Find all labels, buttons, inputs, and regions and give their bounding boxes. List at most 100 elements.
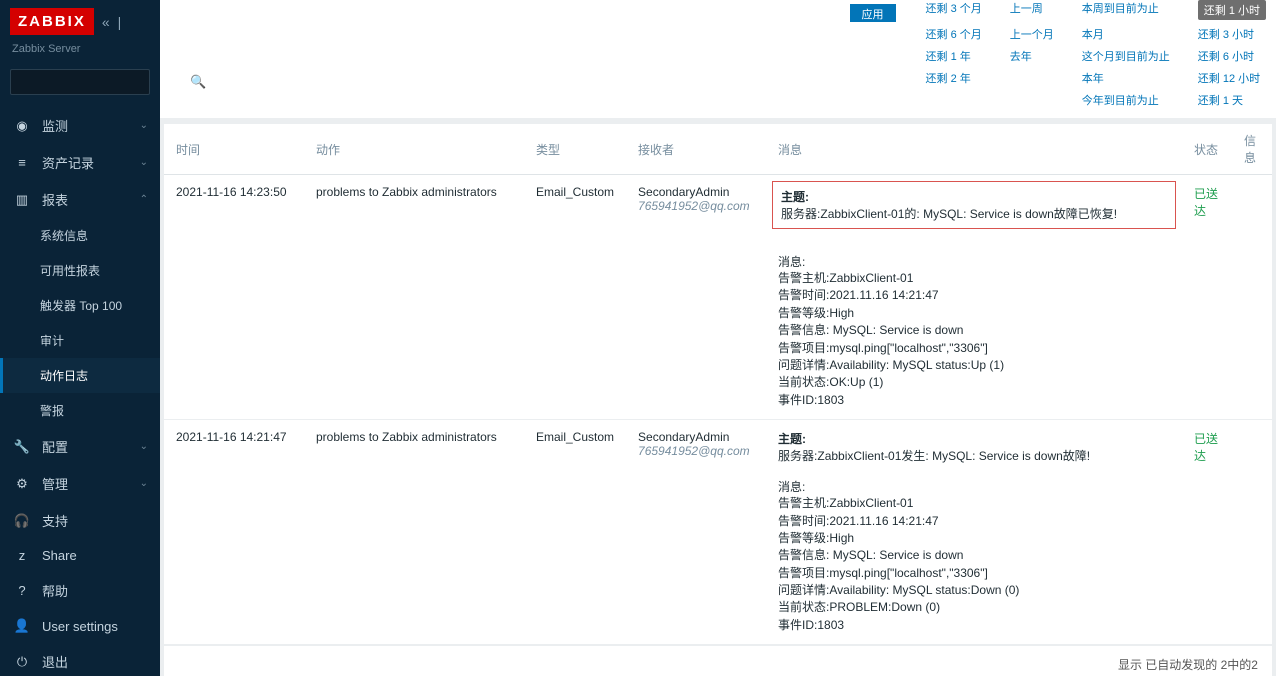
collapse-icon[interactable]: «	[102, 14, 110, 30]
time-range-link[interactable]: 还剩 6 小时	[1198, 48, 1266, 64]
collapse-line-icon[interactable]: |	[118, 14, 122, 30]
search-box: 🔍	[10, 69, 150, 95]
msg-subject: 服务器:ZabbixClient-01的: MySQL: Service is …	[781, 207, 1117, 221]
time-range-link[interactable]: 上一个月	[1010, 26, 1054, 42]
th-recipient[interactable]: 接收者	[626, 124, 766, 175]
nav-label: User settings	[42, 619, 148, 634]
time-range-link[interactable]: 还剩 6 个月	[926, 26, 982, 42]
th-status[interactable]: 状态	[1182, 124, 1232, 175]
th-info[interactable]: 信息	[1232, 124, 1272, 175]
msg-body-label: 消息:	[778, 255, 805, 269]
subnav-item[interactable]: 可用性报表	[0, 253, 160, 288]
time-range-link[interactable]: 本月	[1082, 26, 1170, 42]
nav-item[interactable]: ≡ 资产记录⌄	[0, 144, 160, 181]
bottom-nav: 🎧支持 z Share ?帮助👤User settings ⏻ 退出	[0, 502, 160, 676]
table-row: 2021-11-16 14:23:50 problems to Zabbix a…	[164, 175, 1272, 420]
time-range-link[interactable]: 还剩 3 个月	[926, 0, 982, 20]
actionlog-table-wrap: 时间 动作 类型 接收者 消息 状态 信息 2021-11-16 14:23:5…	[164, 124, 1272, 676]
nav-item[interactable]: ▥报表⌃	[0, 181, 160, 218]
cell-time: 2021-11-16 14:23:50	[164, 175, 304, 420]
recipient-email: 765941952@qq.com	[638, 444, 750, 458]
th-action[interactable]: 动作	[304, 124, 524, 175]
nav-label: 报表	[42, 190, 140, 209]
nav-item[interactable]: ⚙管理⌄	[0, 465, 160, 502]
cell-info	[1232, 175, 1272, 420]
bottom-nav-item[interactable]: z Share	[0, 539, 160, 572]
time-range-link[interactable]: 还剩 3 小时	[1198, 26, 1266, 42]
nav-item[interactable]: ◉监测⌄	[0, 107, 160, 144]
nav-icon: ◉	[12, 118, 32, 134]
subnav-item[interactable]: 动作日志	[0, 358, 160, 393]
cell-status: 已送达	[1182, 175, 1232, 420]
time-range-link[interactable]: 上一周	[1010, 0, 1054, 20]
time-range-link[interactable]: 还剩 2 年	[926, 70, 982, 86]
subnav-item[interactable]: 触发器 Top 100	[0, 288, 160, 323]
main-nav: ◉监测⌄≡资产记录⌄▥报表⌃系统信息可用性报表触发器 Top 100审计动作日志…	[0, 107, 160, 502]
time-range-link[interactable]: 还剩 1 小时	[1198, 0, 1266, 20]
time-range-link[interactable]: 今年到目前为止	[1082, 92, 1170, 108]
nav-icon: z	[12, 548, 32, 563]
th-type[interactable]: 类型	[524, 124, 626, 175]
time-range-empty	[926, 92, 982, 108]
time-range-link[interactable]: 还剩 1 天	[1198, 92, 1266, 108]
cell-time: 2021-11-16 14:21:47	[164, 420, 304, 645]
nav-label: 资产记录	[42, 153, 140, 172]
time-range-link[interactable]: 本年	[1082, 70, 1170, 86]
cell-action: problems to Zabbix administrators	[304, 420, 524, 645]
nav-label: 监测	[42, 116, 140, 135]
time-range-link[interactable]: 这个月到目前为止	[1082, 48, 1170, 64]
bottom-nav-item[interactable]: 🎧支持	[0, 502, 160, 539]
cell-recipient: SecondaryAdmin765941952@qq.com	[626, 175, 766, 420]
time-range-link[interactable]: 去年	[1010, 48, 1054, 64]
nav-label: Share	[42, 548, 148, 563]
subnav-item[interactable]: 警报	[0, 393, 160, 428]
search-row: 🔍	[0, 63, 160, 101]
cell-type: Email_Custom	[524, 175, 626, 420]
nav-icon: ⏻	[12, 654, 32, 670]
chevron-icon: ⌄	[140, 157, 148, 168]
cell-type: Email_Custom	[524, 420, 626, 645]
cell-message: 主题:服务器:ZabbixClient-01发生: MySQL: Service…	[766, 420, 1182, 645]
time-range-grid: 还剩 3 个月上一周本周到目前为止还剩 1 小时还剩 6 个月上一个月本月还剩 …	[926, 0, 1266, 108]
th-time[interactable]: 时间	[164, 124, 304, 175]
subnav: 系统信息可用性报表触发器 Top 100审计动作日志警报	[0, 218, 160, 428]
apply-button[interactable]: 应用	[850, 4, 896, 22]
cell-status: 已送达	[1182, 420, 1232, 645]
actionlog-table: 时间 动作 类型 接收者 消息 状态 信息 2021-11-16 14:23:5…	[164, 124, 1272, 645]
nav-icon: ⚙	[12, 476, 32, 492]
search-icon[interactable]: 🔍	[182, 70, 214, 94]
msg-subject-label: 主题:	[781, 190, 809, 204]
time-range-empty	[1010, 70, 1054, 86]
subnav-item[interactable]: 审计	[0, 323, 160, 358]
msg-subject: 服务器:ZabbixClient-01发生: MySQL: Service is…	[778, 449, 1090, 463]
chevron-icon: ⌄	[140, 478, 148, 489]
cell-message: 主题: 服务器:ZabbixClient-01的: MySQL: Service …	[766, 175, 1182, 420]
sidebar: ZABBIX « | Zabbix Server 🔍 ◉监测⌄≡资产记录⌄▥报表…	[0, 0, 160, 676]
main-content: 应用 还剩 3 个月 上一周 本周到目前为止 还剩 1 小时还剩 6 个月 上一个月 本月…	[160, 0, 1276, 676]
table-footer: 显示 已自动发现的 2中的2	[164, 645, 1272, 676]
bottom-nav-item[interactable]: ?帮助	[0, 572, 160, 609]
logo-row: ZABBIX « |	[0, 0, 160, 43]
th-message[interactable]: 消息	[766, 124, 1182, 175]
nav-label: 退出	[42, 652, 148, 671]
subnav-item[interactable]: 系统信息	[0, 218, 160, 253]
nav-icon: 🔧	[12, 439, 32, 455]
msg-body: 告警主机:ZabbixClient-01 告警时间:2021.11.16 14:…	[778, 271, 1004, 407]
time-range-empty	[1010, 92, 1054, 108]
nav-icon: ≡	[12, 155, 32, 170]
nav-label: 帮助	[42, 581, 148, 600]
search-input[interactable]	[11, 70, 182, 94]
server-name: Zabbix Server	[0, 43, 160, 63]
logo[interactable]: ZABBIX	[10, 8, 94, 35]
chevron-icon: ⌃	[140, 194, 148, 205]
msg-body: 告警主机:ZabbixClient-01 告警时间:2021.11.16 14:…	[778, 496, 1019, 632]
nav-item[interactable]: 🔧配置⌄	[0, 428, 160, 465]
nav-label: 支持	[42, 511, 148, 530]
time-range-link[interactable]: 还剩 12 小时	[1198, 70, 1266, 86]
filter-panel: 应用 还剩 3 个月 上一周 本周到目前为止 还剩 1 小时还剩 6 个月 上一个月 本月…	[160, 0, 1276, 118]
nav-label: 配置	[42, 437, 140, 456]
bottom-nav-item[interactable]: 👤User settings	[0, 609, 160, 643]
bottom-nav-item[interactable]: ⏻ 退出	[0, 643, 160, 676]
time-range-link[interactable]: 本周到目前为止	[1082, 0, 1170, 20]
time-range-link[interactable]: 还剩 1 年	[926, 48, 982, 64]
